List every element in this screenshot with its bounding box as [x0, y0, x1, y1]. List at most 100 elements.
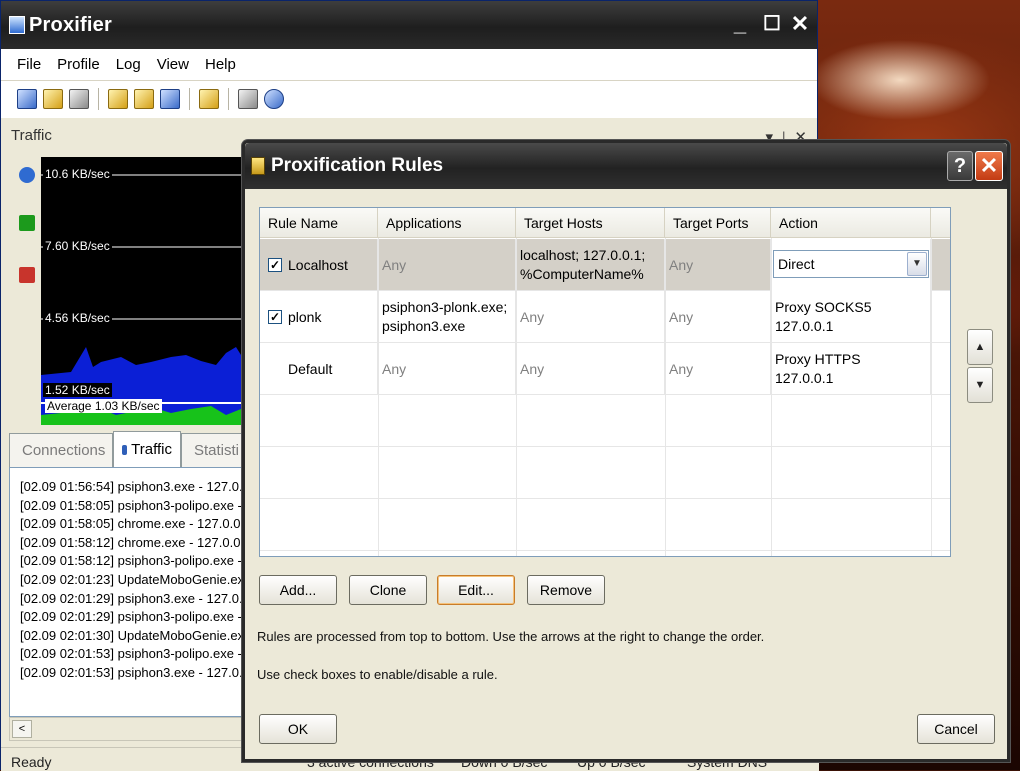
target-ports-cell: Any — [665, 239, 771, 291]
rule-enabled-checkbox[interactable]: ✓ — [268, 310, 282, 324]
log-line[interactable]: [02.09 01:58:05] chrome.exe - 127.0.0.1:… — [10, 515, 279, 534]
ok-button[interactable]: OK — [259, 714, 337, 744]
move-up-button[interactable]: ▲ — [967, 329, 993, 365]
log-line[interactable]: [02.09 02:01:53] psiphon3.exe - 127.0.0.… — [10, 664, 279, 683]
log-line[interactable]: [02.09 02:01:53] psiphon3-polipo.exe - 1… — [10, 645, 279, 664]
clone-rule-button[interactable]: Clone — [349, 575, 427, 605]
menu-file[interactable]: File — [17, 56, 41, 73]
upload-arrow-icon[interactable] — [19, 215, 35, 231]
edit-rule-button[interactable]: Edit... — [437, 575, 515, 605]
toolbar-separator — [189, 88, 190, 110]
menu-help[interactable]: Help — [205, 56, 236, 73]
checkbox-info: Use check boxes to enable/disable a rule… — [257, 667, 498, 682]
toolbar-separator — [98, 88, 99, 110]
rule-name-cell: Default — [260, 343, 378, 395]
traffic-chart-icon — [122, 444, 128, 455]
rule-enabled-checkbox[interactable]: ✓ — [268, 258, 282, 272]
help-icon[interactable] — [264, 89, 284, 109]
chevron-down-icon[interactable]: ▼ — [907, 252, 927, 276]
column-header-target-hosts[interactable]: Target Hosts — [516, 208, 665, 238]
menu-log[interactable]: Log — [116, 56, 141, 73]
minimize-button[interactable]: _ — [727, 11, 753, 39]
average-label: Average 1.03 KB/sec — [45, 399, 162, 413]
log-line[interactable]: [02.09 02:01:29] psiphon3-polipo.exe - 1… — [10, 608, 279, 627]
rule-row-localhost[interactable]: ✓ Localhost Any localhost; 127.0.0.1; %C… — [260, 239, 950, 291]
print-icon[interactable] — [238, 89, 258, 109]
rules-dialog-icon — [251, 157, 265, 175]
empty-rule-row — [260, 447, 950, 499]
menu-profile[interactable]: Profile — [57, 56, 100, 73]
target-ports-cell: Any — [665, 343, 771, 395]
applications-value: psiphon3-plonk.exe; psiphon3.exe — [382, 299, 508, 334]
empty-rule-row — [260, 499, 950, 551]
traffic-panel-title: Traffic — [11, 127, 52, 144]
action-value: Proxy HTTPS 127.0.0.1 — [775, 351, 861, 386]
help-button[interactable]: ? — [947, 151, 973, 181]
rule-row-default[interactable]: Default Any Any Any Proxy HTTPS 127.0.0.… — [260, 343, 950, 395]
log-line[interactable]: [02.09 01:56:54] psiphon3.exe - 127.0.0.… — [10, 478, 279, 497]
proxifier-app-icon — [9, 16, 25, 34]
tab-traffic-label: Traffic — [131, 441, 172, 458]
graph-label-3: 4.56 KB/sec — [43, 311, 112, 325]
window-title: Proxifier — [29, 13, 112, 36]
action-cell: Proxy HTTPS 127.0.0.1 — [771, 343, 931, 395]
target-hosts-value: localhost; 127.0.0.1; %ComputerName% — [520, 247, 646, 282]
log-line[interactable]: [02.09 01:58:12] chrome.exe - 127.0.0.1:… — [10, 534, 279, 553]
action-dropdown-value: Direct — [778, 256, 815, 272]
tab-statistics-label: Statisti — [194, 442, 240, 459]
clear-graph-icon[interactable] — [19, 267, 35, 283]
tab-traffic[interactable]: Traffic — [113, 431, 181, 467]
move-down-button[interactable]: ▼ — [967, 367, 993, 403]
scroll-left-arrow-icon[interactable]: < — [12, 720, 32, 738]
proxy-servers-icon[interactable] — [17, 89, 37, 109]
column-divider — [771, 238, 772, 556]
dialog-titlebar[interactable]: Proxification Rules ? ✕ — [245, 143, 1007, 189]
open-profile-icon[interactable] — [134, 89, 154, 109]
dialog-title: Proxification Rules — [271, 155, 444, 176]
rule-row-plonk[interactable]: ✓ plonk psiphon3-plonk.exe; psiphon3.exe… — [260, 291, 950, 343]
rule-name: Localhost — [288, 257, 348, 273]
graph-label-max: 10.6 KB/sec — [43, 167, 112, 181]
save-profile-icon[interactable] — [160, 89, 180, 109]
clock-icon[interactable] — [19, 167, 35, 183]
column-header-rule-name[interactable]: Rule Name — [260, 208, 378, 238]
tab-statistics[interactable]: Statisti — [181, 433, 247, 467]
rules-table[interactable]: Rule Name Applications Target Hosts Targ… — [259, 207, 951, 557]
log-line[interactable]: [02.09 02:01:29] psiphon3.exe - 127.0.0.… — [10, 590, 279, 609]
rule-name-cell: ✓ plonk — [260, 291, 378, 343]
toolbar-separator — [228, 88, 229, 110]
log-list: [02.09 01:56:54] psiphon3.exe - 127.0.0.… — [10, 478, 279, 683]
log-line[interactable]: [02.09 01:58:05] psiphon3-polipo.exe - 1… — [10, 497, 279, 516]
proxification-rules-icon[interactable] — [43, 89, 63, 109]
log-line[interactable]: [02.09 02:01:23] UpdateMoboGenie.exe - 1… — [10, 571, 279, 590]
action-dropdown[interactable]: Direct ▼ — [773, 250, 929, 278]
log-line[interactable]: [02.09 02:01:30] UpdateMoboGenie.exe - 1… — [10, 627, 279, 646]
menu-view[interactable]: View — [157, 56, 189, 73]
close-button[interactable]: ✕ — [787, 11, 813, 39]
tab-connections[interactable]: Connections — [9, 433, 113, 467]
rule-name: plonk — [288, 309, 322, 325]
new-profile-icon[interactable] — [108, 89, 128, 109]
toolbar — [1, 81, 817, 117]
graph-label-2: 7.60 KB/sec — [43, 239, 112, 253]
name-resolution-icon[interactable] — [69, 89, 89, 109]
add-rule-button[interactable]: Add... — [259, 575, 337, 605]
proxification-rules-dialog: Proxification Rules ? ✕ Rule Name Applic… — [242, 140, 1010, 762]
column-header-applications[interactable]: Applications — [378, 208, 516, 238]
tab-connections-label: Connections — [22, 442, 106, 459]
dialog-close-button[interactable]: ✕ — [975, 151, 1003, 181]
export-icon[interactable] — [199, 89, 219, 109]
column-divider — [931, 238, 932, 556]
maximize-button[interactable]: ☐ — [759, 11, 785, 39]
target-hosts-cell: localhost; 127.0.0.1; %ComputerName% — [516, 239, 665, 291]
action-cell: Direct ▼ — [771, 239, 931, 291]
main-titlebar[interactable]: Proxifier _ ☐ ✕ — [1, 1, 817, 49]
applications-cell: Any — [378, 343, 516, 395]
graph-label-4: 1.52 KB/sec — [43, 383, 112, 397]
remove-rule-button[interactable]: Remove — [527, 575, 605, 605]
column-header-action[interactable]: Action — [771, 208, 931, 238]
column-header-target-ports[interactable]: Target Ports — [665, 208, 771, 238]
cancel-button[interactable]: Cancel — [917, 714, 995, 744]
status-ready: Ready — [11, 754, 52, 770]
log-line[interactable]: [02.09 01:58:12] psiphon3-polipo.exe - 1… — [10, 552, 279, 571]
